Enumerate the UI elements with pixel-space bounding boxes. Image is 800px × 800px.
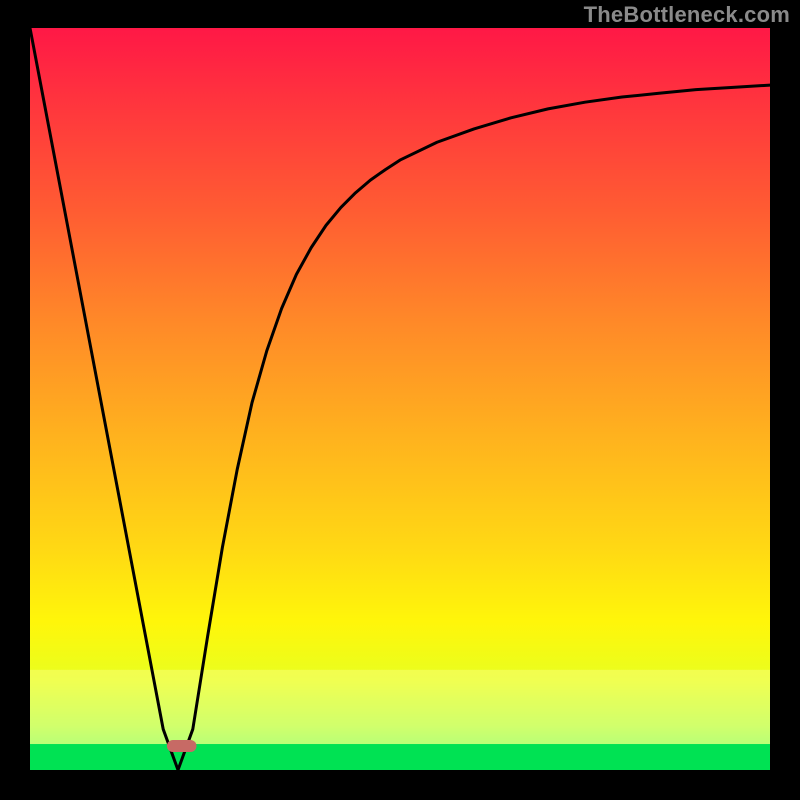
bottleneck-chart [0, 0, 800, 800]
watermark-text: TheBottleneck.com [584, 2, 790, 28]
valley-marker [167, 740, 197, 752]
chart-stage: TheBottleneck.com [0, 0, 800, 800]
